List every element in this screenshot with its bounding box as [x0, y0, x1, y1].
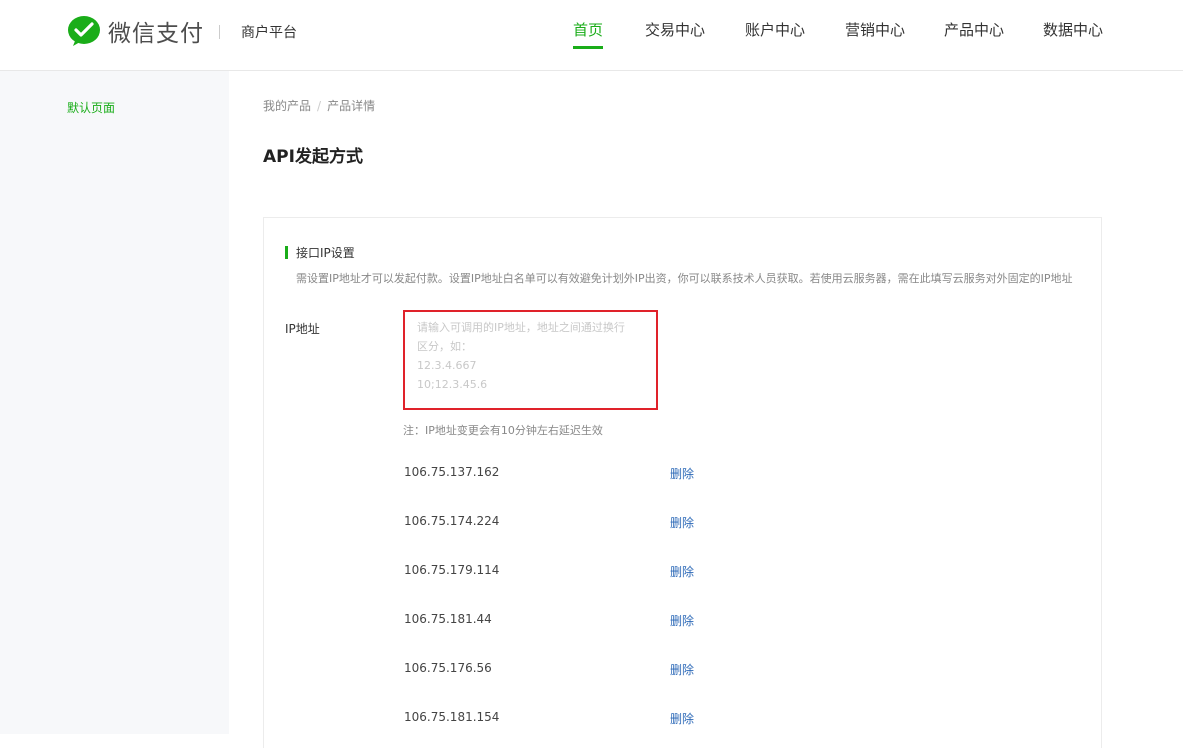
sidebar: 默认页面: [0, 71, 229, 734]
breadcrumb-product-detail: 产品详情: [327, 99, 376, 113]
section-title-text: 接口IP设置: [296, 245, 355, 260]
page-title: API发起方式: [263, 147, 363, 167]
placeholder-line: 12.3.4.667: [417, 359, 477, 372]
nav-trade-center[interactable]: 交易中心: [645, 19, 705, 40]
ip-address-value: 106.75.181.154: [404, 710, 500, 724]
ip-address-value: 106.75.174.224: [404, 514, 500, 528]
nav-data-center-label: 数据中心: [1043, 21, 1104, 39]
nav-home[interactable]: 首页: [573, 19, 604, 49]
top-header: 微信支付 商户平台 首页 交易中心 账户中心 营销中心 产品中心 数据中心: [0, 0, 1183, 71]
section-title-accent-bar: [285, 245, 288, 259]
nav-data-center[interactable]: 数据中心: [1043, 19, 1103, 40]
sidebar-item-default-page[interactable]: 默认页面: [67, 99, 115, 116]
ip-address-value: 106.75.176.56: [404, 661, 492, 675]
ip-address-value: 106.75.179.114: [404, 563, 500, 577]
ip-list-row: 106.75.137.162 删除: [404, 465, 804, 485]
placeholder-line: 10;12.3.45.6: [417, 378, 488, 391]
nav-account-center-label: 账户中心: [745, 21, 806, 39]
placeholder-line: 请输入可调用的IP地址，地址之间通过换行: [417, 321, 625, 334]
main-nav: 首页 交易中心 账户中心 营销中心 产品中心 数据中心: [0, 19, 1183, 59]
nav-product-center[interactable]: 产品中心: [944, 19, 1004, 40]
delete-ip-button[interactable]: 删除: [670, 465, 694, 482]
nav-active-indicator: [573, 46, 604, 49]
ip-list-row: 106.75.181.44 删除: [404, 612, 804, 632]
nav-marketing-center[interactable]: 营销中心: [845, 19, 905, 40]
delete-ip-button[interactable]: 删除: [670, 514, 694, 531]
ip-address-label: IP地址: [285, 322, 320, 336]
placeholder-line: 区分，如：: [417, 340, 472, 353]
ip-list-row: 106.75.174.224 删除: [404, 514, 804, 534]
ip-address-input[interactable]: 请输入可调用的IP地址，地址之间通过换行 区分，如： 12.3.4.667 10…: [403, 310, 658, 410]
delete-ip-button[interactable]: 删除: [670, 563, 694, 580]
ip-list-row: 106.75.179.114 删除: [404, 563, 804, 583]
ip-list-row: 106.75.181.154 删除: [404, 710, 804, 730]
delete-ip-button[interactable]: 删除: [670, 661, 694, 678]
ip-change-note: 注：IP地址变更会有10分钟左右延迟生效: [403, 424, 603, 437]
section-title: 接口IP设置: [285, 245, 355, 260]
ip-address-value: 106.75.137.162: [404, 465, 500, 479]
nav-product-center-label: 产品中心: [944, 21, 1005, 39]
ip-list-row: 106.75.176.56 删除: [404, 661, 804, 681]
ip-address-value: 106.75.181.44: [404, 612, 492, 626]
nav-account-center[interactable]: 账户中心: [745, 19, 805, 40]
breadcrumb-my-products[interactable]: 我的产品: [263, 99, 311, 113]
nav-marketing-center-label: 营销中心: [845, 21, 906, 39]
delete-ip-button[interactable]: 删除: [670, 710, 694, 727]
delete-ip-button[interactable]: 删除: [670, 612, 694, 629]
nav-trade-center-label: 交易中心: [645, 21, 706, 39]
nav-home-label: 首页: [573, 21, 604, 39]
breadcrumb: 我的产品 / 产品详情: [263, 97, 375, 114]
section-description: 需设置IP地址才可以发起付款。设置IP地址白名单可以有效避免计划外IP出资，你可…: [296, 272, 1073, 285]
breadcrumb-separator: /: [317, 99, 322, 113]
